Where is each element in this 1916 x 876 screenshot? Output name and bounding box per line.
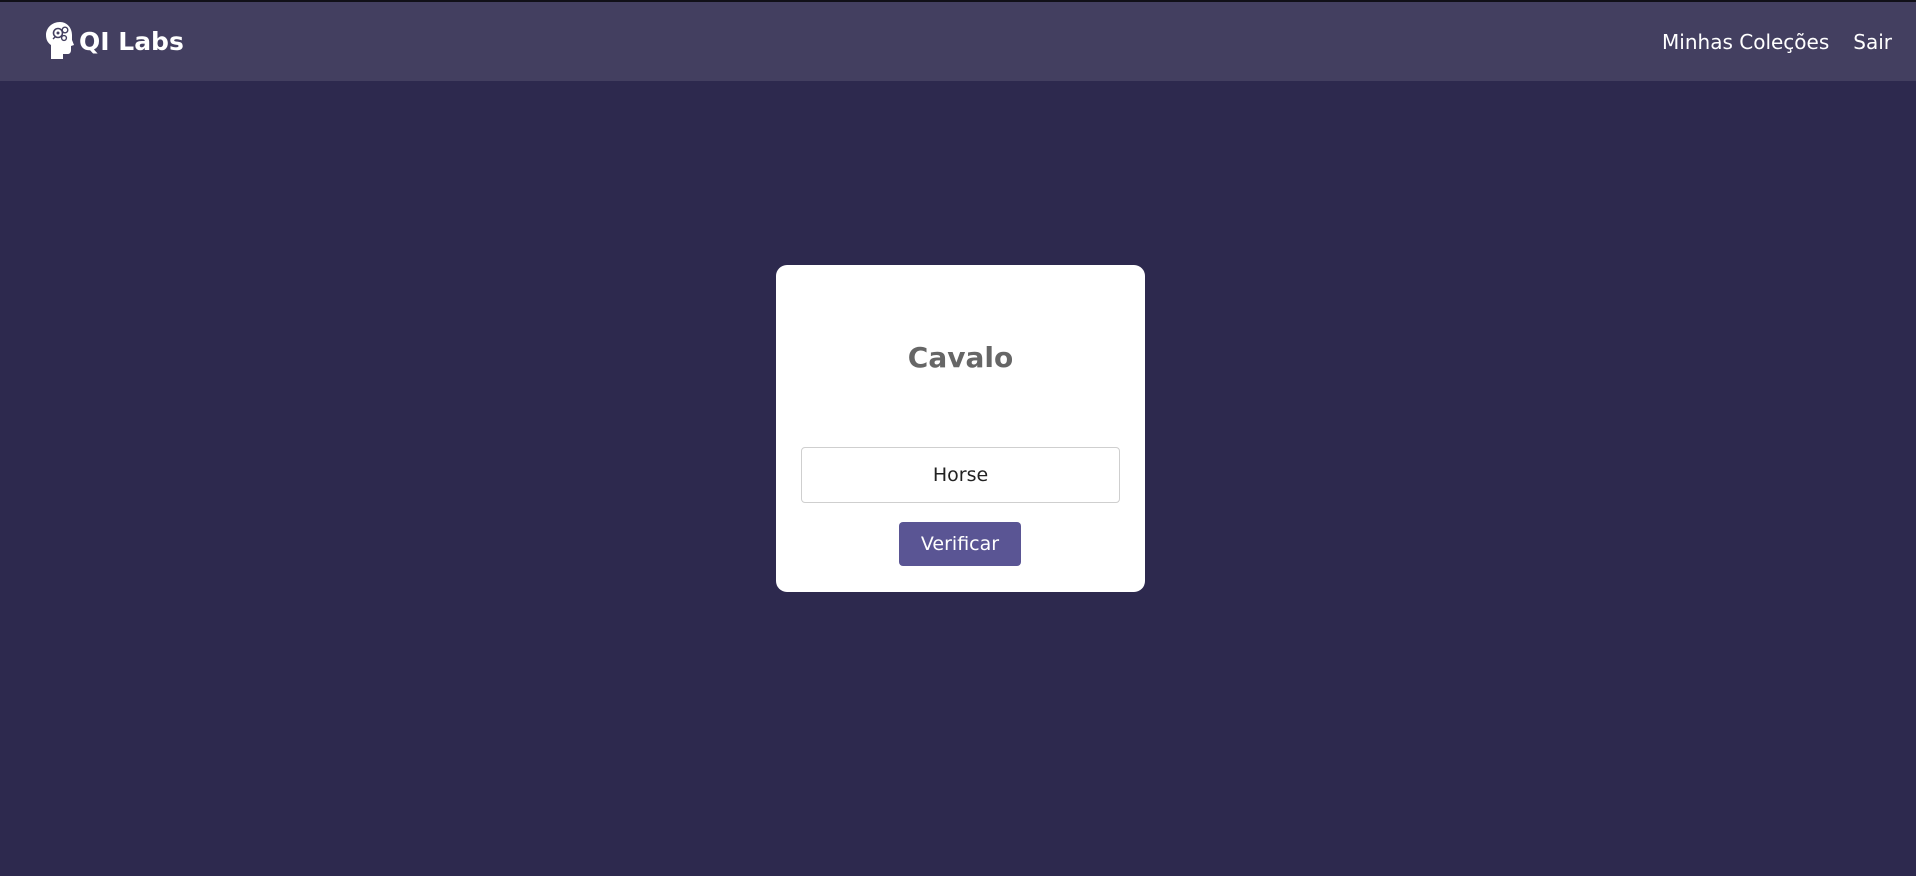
- nav-links: Minhas Coleções Sair: [1638, 30, 1892, 54]
- brain-head-icon: [46, 22, 74, 59]
- brand-logo-link[interactable]: QI Labs: [44, 20, 184, 62]
- brand-name: QI Labs: [79, 26, 184, 56]
- nav-link-sair[interactable]: Sair: [1853, 30, 1892, 54]
- flashcard: Cavalo Verificar: [776, 265, 1145, 592]
- answer-input[interactable]: [801, 447, 1120, 503]
- verify-button[interactable]: Verificar: [899, 522, 1021, 566]
- flashcard-word: Cavalo: [907, 341, 1014, 374]
- nav-link-minhas-colecoes[interactable]: Minhas Coleções: [1662, 30, 1829, 54]
- navbar: QI Labs Minhas Coleções Sair: [0, 2, 1916, 81]
